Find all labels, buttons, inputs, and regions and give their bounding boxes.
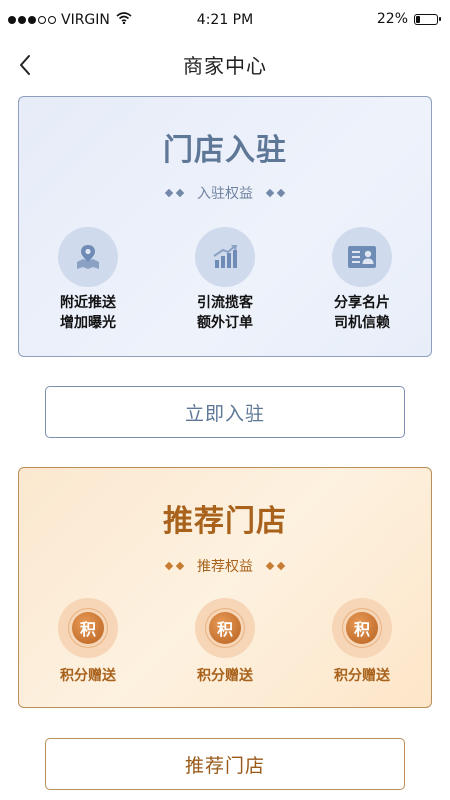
join-card-title: 门店入驻: [163, 133, 287, 168]
feature-line1: 引流揽客: [197, 295, 253, 311]
diamond-decoration-icon: [265, 561, 286, 571]
feature-attract-customers: 引流揽客 额外订单: [165, 227, 285, 333]
join-card-subtitle-row: 入驻权益: [19, 183, 431, 203]
diamond-decoration-icon: [164, 188, 185, 198]
feature-line1: 附近推送: [60, 295, 116, 311]
points-coin-char: 积: [72, 612, 104, 644]
points-coin-char: 积: [346, 612, 378, 644]
feature-line2: 额外订单: [197, 315, 253, 331]
join-card-subtitle: 入驻权益: [197, 186, 253, 202]
feature-nearby-push: 附近推送 增加曝光: [28, 227, 148, 333]
location-pin-icon: [58, 227, 118, 287]
feature-points-gift: 积 积分赠送: [28, 598, 148, 686]
recommend-store-button[interactable]: 推荐门店: [45, 738, 405, 790]
recommend-card-title: 推荐门店: [163, 504, 287, 539]
battery-level: [416, 15, 420, 23]
status-bar: VIRGIN 4:21 PM 22%: [0, 0, 450, 40]
bar-chart-icon: [195, 227, 255, 287]
recommend-benefits-card: 推荐门店 推荐权益 积 积分赠送 积 积分赠送 积 积分赠送: [18, 467, 432, 708]
feature-label: 积分赠送: [60, 668, 116, 684]
join-benefits-card: 门店入驻 入驻权益 附近推送 增加曝光 引流揽客 额外订单 分享名片 司机信赖: [18, 96, 432, 357]
recommend-card-subtitle-row: 推荐权益: [19, 556, 431, 576]
battery-percent: 22%: [376, 11, 408, 27]
diamond-decoration-icon: [265, 188, 286, 198]
points-coin-icon: 积: [195, 598, 255, 658]
feature-line1: 分享名片: [334, 295, 390, 311]
nav-bar: 商家中心: [0, 40, 450, 88]
join-now-button[interactable]: 立即入驻: [45, 386, 405, 438]
business-card-icon: [332, 227, 392, 287]
feature-points-gift: 积 积分赠送: [165, 598, 285, 686]
feature-label: 积分赠送: [197, 668, 253, 684]
battery-icon: [414, 13, 441, 25]
feature-share-card: 分享名片 司机信赖: [302, 227, 422, 333]
diamond-decoration-icon: [164, 561, 185, 571]
points-coin-icon: 积: [332, 598, 392, 658]
feature-line2: 增加曝光: [60, 315, 116, 331]
feature-points-gift: 积 积分赠送: [302, 598, 422, 686]
page-title: 商家中心: [183, 54, 267, 78]
points-coin-icon: 积: [58, 598, 118, 658]
status-right: 22%: [376, 11, 441, 27]
feature-label: 积分赠送: [334, 668, 390, 684]
recommend-card-subtitle: 推荐权益: [197, 559, 253, 575]
feature-line2: 司机信赖: [334, 315, 390, 331]
points-coin-char: 积: [209, 612, 241, 644]
